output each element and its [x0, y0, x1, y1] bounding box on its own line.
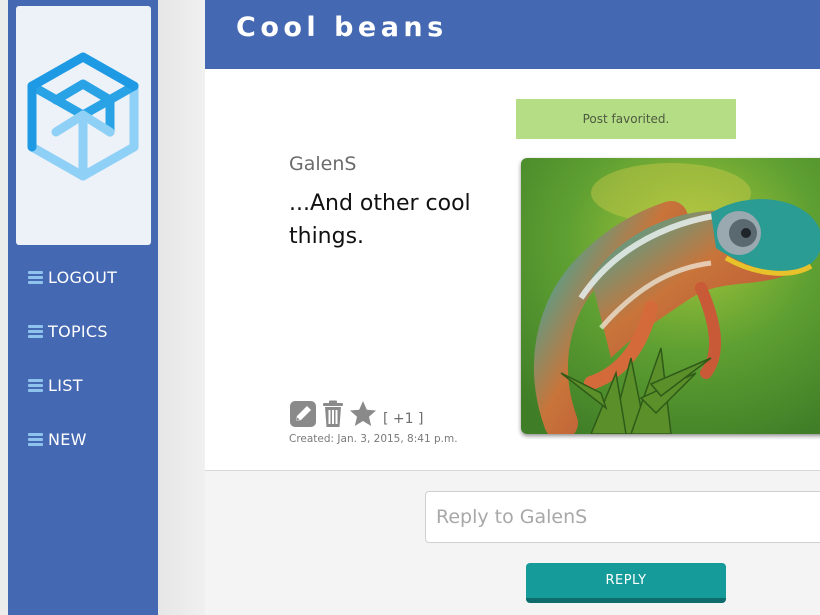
content-gutter: [158, 0, 205, 615]
cube-logo-icon: [27, 52, 139, 181]
flash-message: Post favorited.: [516, 99, 736, 139]
reply-button[interactable]: REPLY: [526, 563, 726, 603]
post-timestamp: Created: Jan. 3, 2015, 8:41 p.m.: [289, 433, 458, 445]
post-card: Post favorited. GalenS ...And other cool…: [205, 69, 820, 470]
sidebar-item-topics[interactable]: TOPICS: [28, 320, 108, 342]
sidebar-item-label: TOPICS: [48, 321, 108, 341]
edit-icon[interactable]: [289, 400, 317, 428]
menu-icon: [28, 379, 43, 392]
sidebar-item-label: NEW: [48, 429, 87, 449]
vote-count: [ +1 ]: [383, 411, 424, 427]
sidebar-item-label: LIST: [48, 375, 83, 395]
reply-section: REPLY: [205, 471, 820, 615]
logo-panel: [16, 6, 151, 245]
post-body: ...And other cool things.: [289, 191, 471, 249]
post-actions: [ +1 ]: [289, 398, 423, 428]
post-author[interactable]: GalenS: [289, 153, 356, 175]
page-title: Cool beans: [236, 12, 448, 43]
chameleon-photo: [521, 158, 820, 434]
sidebar-item-logout[interactable]: LOGOUT: [28, 266, 117, 288]
sidebar-item-list[interactable]: LIST: [28, 374, 83, 396]
star-icon[interactable]: [349, 400, 377, 428]
sidebar-item-label: LOGOUT: [48, 267, 118, 287]
trash-icon[interactable]: [319, 400, 347, 428]
sidebar-item-new[interactable]: NEW: [28, 428, 87, 450]
menu-icon: [28, 271, 43, 284]
menu-icon: [28, 325, 43, 338]
page-header: Cool beans: [205, 0, 820, 69]
menu-icon: [28, 433, 43, 446]
sidebar: LOGOUT TOPICS LIST NEW: [0, 0, 158, 615]
reply-input[interactable]: [425, 491, 820, 543]
